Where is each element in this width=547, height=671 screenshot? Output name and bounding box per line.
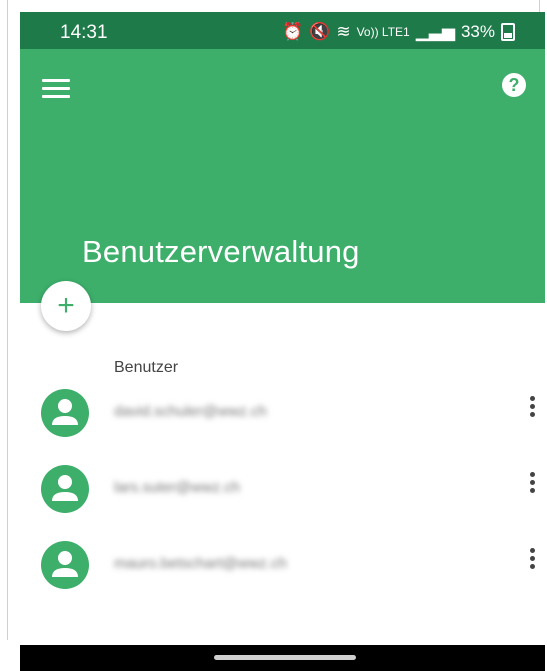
more-options-icon[interactable]	[527, 548, 537, 578]
alarm-icon: ⏰	[282, 22, 304, 41]
add-user-button[interactable]: +	[41, 281, 91, 331]
more-options-icon[interactable]	[527, 396, 537, 426]
app-bar: ? Benutzerverwaltung	[20, 49, 545, 303]
user-avatar-icon	[41, 465, 89, 513]
navigation-bar	[20, 645, 545, 671]
signal-icon: ▁▃▅	[415, 22, 455, 41]
frame-divider	[7, 0, 8, 640]
user-email: mauro.betschart@wwz.ch	[114, 555, 287, 572]
section-label: Benutzer	[114, 359, 179, 376]
battery-text: 33%	[460, 22, 495, 41]
list-item[interactable]: david.schuler@wwz.ch	[20, 384, 545, 448]
page-title: Benutzerverwaltung	[82, 234, 360, 269]
user-avatar-icon	[41, 389, 89, 437]
battery-icon	[501, 23, 515, 41]
wifi-icon: ≋	[336, 22, 351, 41]
help-icon[interactable]: ?	[502, 73, 526, 97]
status-bar: 14:31 ⏰ 🔇 ≋ Vo)) LTE1 ▁▃▅ 33%	[20, 12, 545, 49]
hamburger-menu-icon[interactable]	[42, 79, 70, 101]
frame-left	[0, 0, 20, 659]
user-email: lars.suter@wwz.ch	[114, 479, 241, 496]
volte-icon: Vo)) LTE1	[356, 25, 410, 39]
mute-icon: 🔇	[309, 22, 331, 41]
user-avatar-icon	[41, 541, 89, 589]
phone-screen: 14:31 ⏰ 🔇 ≋ Vo)) LTE1 ▁▃▅ 33% ? Benutzer…	[20, 12, 545, 671]
list-item[interactable]: mauro.betschart@wwz.ch	[20, 536, 545, 600]
status-icons: ⏰ 🔇 ≋ Vo)) LTE1 ▁▃▅ 33%	[282, 22, 515, 42]
status-time: 14:31	[60, 22, 108, 43]
more-options-icon[interactable]	[527, 472, 537, 502]
user-email: david.schuler@wwz.ch	[114, 403, 267, 420]
home-indicator[interactable]	[214, 655, 356, 660]
list-item[interactable]: lars.suter@wwz.ch	[20, 460, 545, 524]
